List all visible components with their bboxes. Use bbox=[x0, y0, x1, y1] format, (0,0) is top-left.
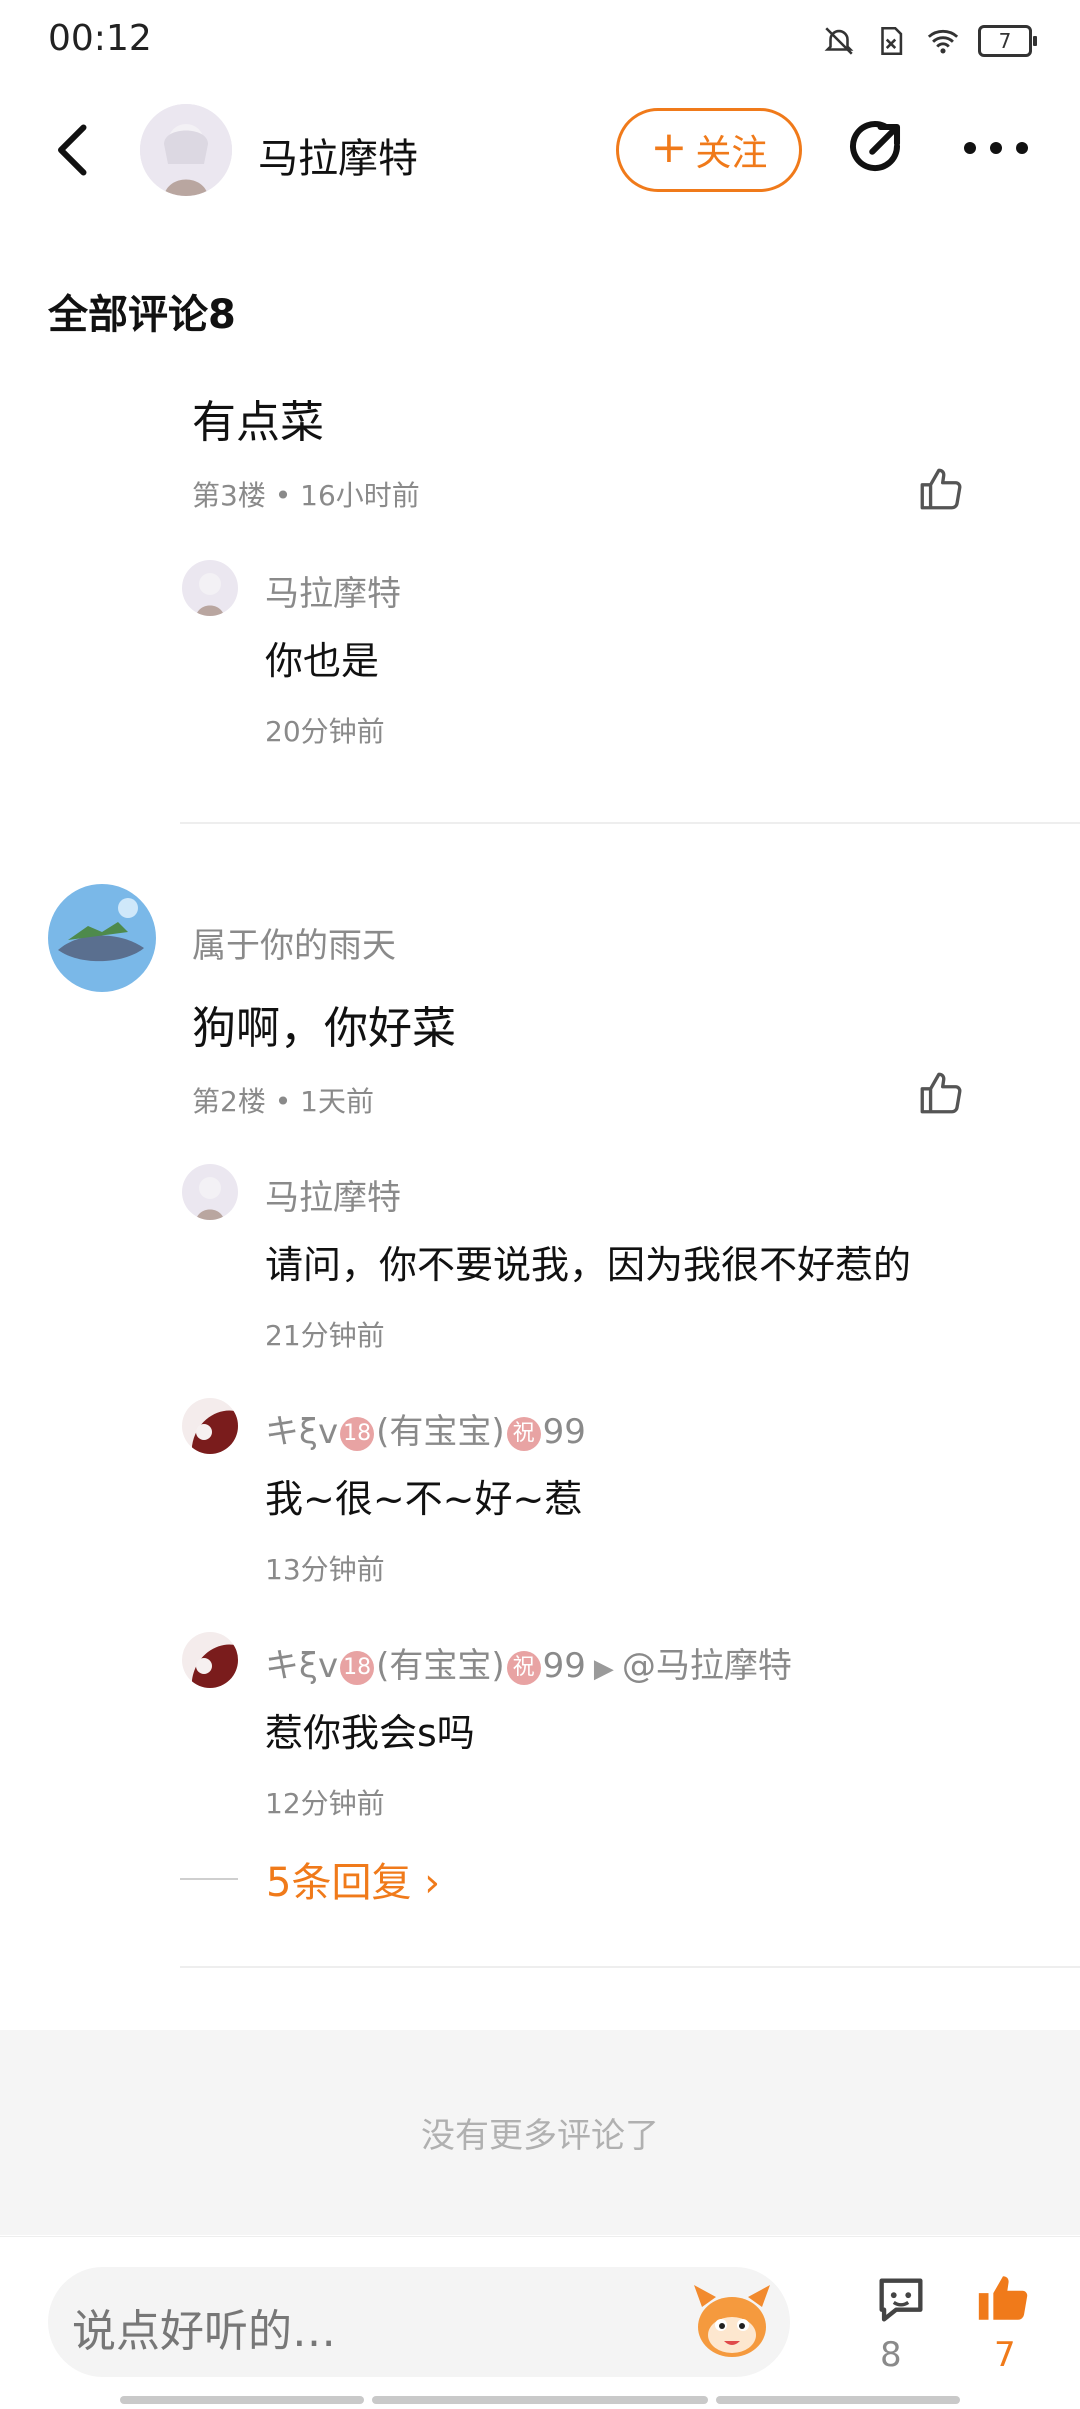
reply-time: 13分钟前 bbox=[265, 1553, 385, 1586]
author-name[interactable]: 马拉摩特 bbox=[258, 126, 418, 184]
reply-text[interactable]: 惹你我会s吗 bbox=[265, 1702, 475, 1757]
comment-icon[interactable] bbox=[872, 2271, 930, 2329]
username-middle: (有宝宝) bbox=[376, 1646, 505, 1686]
like-count: 7 bbox=[994, 2335, 1016, 2375]
reply-to-user[interactable]: @马拉摩特 bbox=[622, 1646, 792, 1686]
wish-badge: 祝 bbox=[506, 1650, 541, 1685]
username-suffix: 99 bbox=[542, 1412, 586, 1452]
comment-meta: 第2楼 • 1天前 bbox=[192, 1085, 374, 1118]
status-bar: 00:12 7 bbox=[0, 0, 1080, 82]
no-more-comments: 没有更多评论了 bbox=[0, 2030, 1080, 2235]
no-sim-icon bbox=[881, 26, 903, 56]
reply-username[interactable]: 马拉摩特 bbox=[265, 566, 401, 615]
comment-divider bbox=[180, 822, 1080, 824]
wifi-icon bbox=[927, 29, 959, 54]
nav-indicator bbox=[120, 2396, 364, 2404]
username-middle: (有宝宝) bbox=[376, 1412, 505, 1452]
more-replies-label: 5条回复 › bbox=[266, 1860, 441, 1906]
commenter-avatar[interactable] bbox=[48, 884, 156, 992]
author-avatar[interactable] bbox=[140, 104, 232, 196]
more-options-icon[interactable] bbox=[960, 128, 1032, 168]
like-icon[interactable] bbox=[916, 1068, 966, 1118]
reply-username[interactable]: キξv 18 (有宝宝) 祝 99 ▶ @马拉摩特 bbox=[265, 1638, 792, 1687]
comment-meta: 第3楼 • 16小时前 bbox=[192, 479, 420, 512]
commenter-username[interactable]: 属于你的雨天 bbox=[192, 918, 396, 967]
reply-avatar[interactable] bbox=[182, 1398, 238, 1454]
more-replies-link[interactable]: 5条回复 › bbox=[180, 1850, 440, 1908]
reply-time: 21分钟前 bbox=[265, 1319, 385, 1352]
comment-text[interactable]: 狗啊，你好菜 bbox=[192, 992, 456, 1056]
comments-title: 全部评论8 bbox=[48, 292, 236, 338]
comment-text[interactable]: 有点菜 bbox=[192, 386, 324, 450]
battery-level: 7 bbox=[998, 29, 1012, 53]
reply-time: 20分钟前 bbox=[265, 715, 385, 748]
reply-avatar[interactable] bbox=[182, 560, 238, 616]
plus-icon: + bbox=[650, 122, 688, 173]
nav-indicator bbox=[372, 2396, 708, 2404]
comment-input[interactable]: 说点好听的… bbox=[48, 2267, 790, 2377]
comment-input-placeholder: 说点好听的… bbox=[72, 2306, 336, 2357]
nav-indicator bbox=[716, 2396, 960, 2404]
comment-count: 8 bbox=[880, 2335, 902, 2375]
reply-avatar[interactable] bbox=[182, 1164, 238, 1220]
follow-label: 关注 bbox=[695, 133, 768, 174]
wish-badge: 祝 bbox=[506, 1416, 541, 1451]
reply-username[interactable]: キξv 18 (有宝宝) 祝 99 bbox=[265, 1404, 586, 1453]
age-badge: 18 bbox=[340, 1416, 375, 1451]
mute-icon bbox=[824, 27, 854, 55]
reply-avatar[interactable] bbox=[182, 1632, 238, 1688]
bottom-bar: 说点好听的… 8 7 bbox=[0, 2236, 1080, 2409]
username-suffix: 99 bbox=[542, 1646, 586, 1686]
share-icon[interactable] bbox=[842, 116, 908, 182]
back-arrow-icon[interactable] bbox=[46, 120, 106, 180]
like-icon[interactable] bbox=[916, 464, 966, 514]
comment-divider bbox=[180, 1966, 1080, 1968]
age-badge: 18 bbox=[340, 1650, 375, 1685]
mascot-emoji-icon[interactable] bbox=[688, 2277, 776, 2365]
username-prefix: キξv bbox=[265, 1646, 339, 1686]
follow-button[interactable]: + 关注 bbox=[616, 108, 802, 192]
reply-arrow-icon: ▶ bbox=[593, 1654, 614, 1684]
reply-time: 12分钟前 bbox=[265, 1787, 385, 1820]
reply-text[interactable]: 我~很~不~好~惹 bbox=[265, 1468, 582, 1523]
status-time: 00:12 bbox=[48, 18, 152, 59]
more-replies-line bbox=[180, 1878, 238, 1880]
username-prefix: キξv bbox=[265, 1412, 339, 1452]
reply-text[interactable]: 你也是 bbox=[265, 630, 379, 685]
reply-username[interactable]: 马拉摩特 bbox=[265, 1170, 401, 1219]
post-header: 马拉摩特 + 关注 bbox=[0, 98, 1080, 202]
status-icons: 7 bbox=[822, 24, 1037, 58]
like-filled-icon[interactable] bbox=[974, 2267, 1032, 2329]
battery-icon: 7 bbox=[978, 25, 1037, 57]
reply-text[interactable]: 请问，你不要说我，因为我很不好惹的 bbox=[265, 1234, 911, 1289]
